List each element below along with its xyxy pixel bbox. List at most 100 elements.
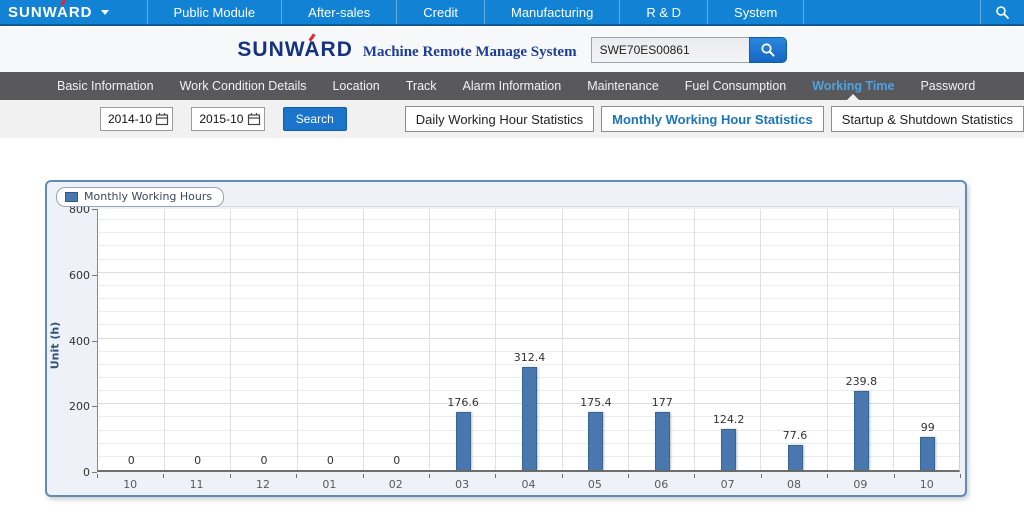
date-to-field: [191, 107, 264, 131]
x-tick-label: 11: [164, 478, 230, 491]
x-tick-mark: [363, 474, 364, 478]
topbar-item-system[interactable]: System: [707, 0, 804, 24]
gridline-horizontal: [98, 298, 959, 299]
bar-value-label: 77.6: [762, 429, 828, 442]
calendar-icon[interactable]: [247, 112, 261, 126]
legend-swatch: [65, 192, 78, 202]
nav-item-basic-information[interactable]: Basic Information: [44, 72, 167, 100]
filter-search-button[interactable]: Search: [283, 107, 347, 131]
topbar-item-manufacturing[interactable]: Manufacturing: [484, 0, 619, 24]
gridline-vertical: [694, 209, 695, 470]
topbar-search-button[interactable]: [980, 0, 1024, 24]
logo-accent-mark: [308, 33, 315, 41]
x-tick-label: 10: [97, 478, 163, 491]
nav-item-password[interactable]: Password: [907, 72, 988, 100]
y-tick-label: 0: [47, 466, 90, 479]
x-tick-label: 03: [429, 478, 495, 491]
gridline-horizontal: [98, 259, 959, 260]
bar-value-label: 124.2: [696, 413, 762, 426]
x-tick-mark: [97, 474, 98, 478]
topbar-logo-text: SUNWARD: [8, 4, 93, 21]
x-tick-label: 02: [363, 478, 429, 491]
nav-item-fuel-consumption[interactable]: Fuel Consumption: [672, 72, 799, 100]
gridline-vertical: [562, 209, 563, 470]
y-tick-mark: [92, 209, 97, 210]
bar: [721, 429, 736, 470]
x-tick-label: 10: [894, 478, 960, 491]
machine-search-group: [591, 37, 787, 63]
machine-search-input[interactable]: [591, 37, 749, 63]
topbar-item-public-module[interactable]: Public Module: [147, 0, 282, 24]
topbar-menu: Public ModuleAfter-salesCreditManufactur…: [147, 0, 805, 24]
x-tick-mark: [296, 474, 297, 478]
x-tick-label: 01: [296, 478, 362, 491]
bar: [655, 412, 670, 470]
brand: SUNWARD Machine Remote Manage System: [237, 38, 576, 62]
bar-value-label: 312.4: [497, 351, 563, 364]
chevron-down-icon: [101, 10, 109, 15]
gridline-vertical: [164, 209, 165, 470]
gridline-vertical: [429, 209, 430, 470]
nav-item-location[interactable]: Location: [319, 72, 392, 100]
x-tick-mark: [429, 474, 430, 478]
tab-monthly-working-hour-statistics[interactable]: Monthly Working Hour Statistics: [601, 106, 824, 132]
nav-item-work-condition-details[interactable]: Work Condition Details: [167, 72, 320, 100]
machine-search-button[interactable]: [749, 37, 787, 63]
topbar-item-credit[interactable]: Credit: [396, 0, 484, 24]
gridline-horizontal: [98, 245, 959, 246]
x-tick-mark: [761, 474, 762, 478]
tab-daily-working-hour-statistics[interactable]: Daily Working Hour Statistics: [405, 106, 594, 132]
x-tick-label: 07: [695, 478, 761, 491]
x-tick-mark: [495, 474, 496, 478]
y-tick-label: 200: [47, 400, 90, 413]
bar-value-label: 0: [364, 454, 430, 467]
bar-value-label: 175.4: [563, 396, 629, 409]
app-header: SUNWARD Machine Remote Manage System: [0, 28, 1024, 72]
bar-value-label: 176.6: [430, 396, 496, 409]
nav-item-track[interactable]: Track: [393, 72, 450, 100]
bar: [920, 437, 935, 470]
gridline-horizontal: [98, 272, 959, 273]
bar: [788, 445, 803, 471]
statistics-tabs: Daily Working Hour Statistics Monthly Wor…: [405, 106, 1024, 132]
app-title: Machine Remote Manage System: [363, 44, 577, 61]
bar: [522, 367, 537, 470]
gridline-horizontal: [98, 232, 959, 233]
x-tick-mark: [960, 474, 961, 478]
y-tick-mark: [92, 472, 97, 473]
calendar-icon[interactable]: [155, 112, 169, 126]
gridline-vertical: [495, 209, 496, 470]
nav-item-alarm-information[interactable]: Alarm Information: [450, 72, 575, 100]
logo-accent-mark: [60, 0, 65, 5]
x-tick-mark: [827, 474, 828, 478]
x-tick-mark: [230, 474, 231, 478]
y-tick-mark: [92, 406, 97, 407]
y-tick-label: 400: [47, 335, 90, 348]
bar-value-label: 99: [895, 421, 961, 434]
chart-panel: Monthly Working Hours Unit (h) 00000176.…: [45, 180, 967, 497]
gridline-vertical: [628, 209, 629, 470]
nav-item-working-time[interactable]: Working Time: [799, 72, 907, 100]
y-tick-mark: [92, 275, 97, 276]
x-tick-mark: [562, 474, 563, 478]
x-tick-mark: [894, 474, 895, 478]
topbar-item-after-sales[interactable]: After-sales: [281, 0, 396, 24]
x-tick-label: 09: [827, 478, 893, 491]
topbar-logo[interactable]: SUNWARD: [0, 0, 119, 24]
date-from-field: [100, 107, 173, 131]
bar-value-label: 0: [165, 454, 231, 467]
nav-item-maintenance[interactable]: Maintenance: [574, 72, 672, 100]
bar: [456, 412, 471, 470]
gridline-vertical: [893, 209, 894, 470]
x-axis-labels: 10111201020304050607080910: [97, 474, 960, 492]
topbar-item-r-d[interactable]: R & D: [619, 0, 707, 24]
gridline-horizontal: [98, 285, 959, 286]
bar-value-label: 177: [629, 396, 695, 409]
x-tick-label: 08: [761, 478, 827, 491]
tab-startup-shutdown-statistics[interactable]: Startup & Shutdown Statistics: [831, 106, 1024, 132]
x-tick-mark: [163, 474, 164, 478]
x-tick-mark: [628, 474, 629, 478]
gridline-horizontal: [98, 338, 959, 339]
search-icon: [760, 42, 776, 58]
section-navigation: Basic InformationWork Condition DetailsL…: [0, 72, 1024, 100]
